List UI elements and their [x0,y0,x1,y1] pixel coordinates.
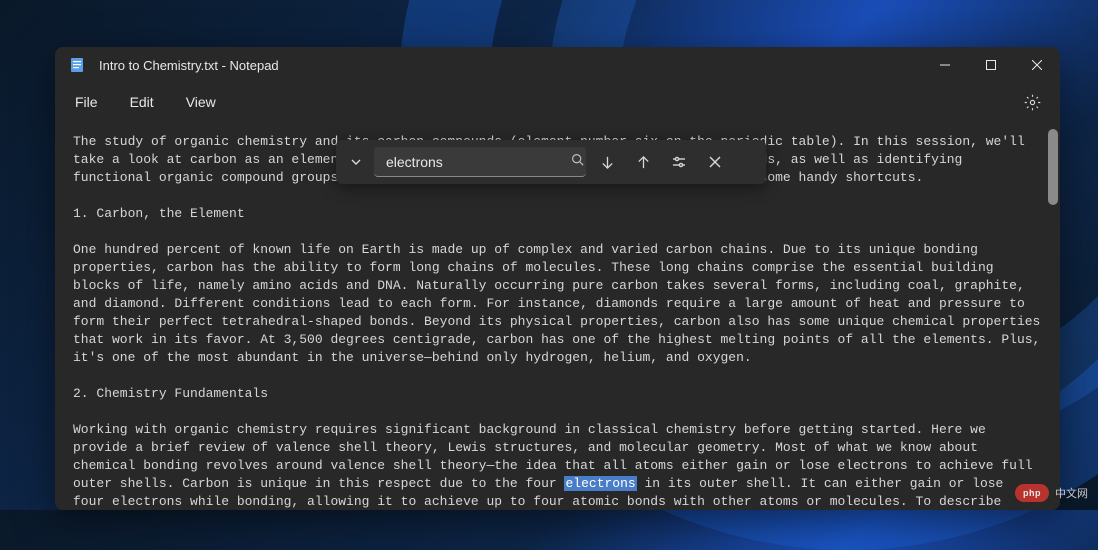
search-highlight: electrons [564,476,636,491]
app-icon [69,57,85,73]
maximize-button[interactable] [968,47,1014,83]
settings-button[interactable] [1012,83,1052,121]
minimize-button[interactable] [922,47,968,83]
watermark-logo: php [1015,484,1049,502]
search-icon[interactable] [567,153,588,171]
titlebar[interactable]: Intro to Chemistry.txt - Notepad [55,47,1060,83]
notepad-window: Intro to Chemistry.txt - Notepad File Ed… [55,47,1060,510]
vertical-scrollbar[interactable] [1048,129,1058,205]
find-previous-button[interactable] [628,147,658,177]
paragraph-2: One hundred percent of known life on Ear… [73,242,1048,365]
find-next-button[interactable] [592,147,622,177]
find-input[interactable] [386,154,567,170]
close-button[interactable] [1014,47,1060,83]
find-options-button[interactable] [664,147,694,177]
menu-view[interactable]: View [170,88,232,116]
find-input-container [374,147,586,177]
watermark-text: 中文网 [1055,485,1088,501]
close-find-button[interactable] [700,147,730,177]
find-bar [336,140,766,184]
expand-replace-button[interactable] [344,148,368,176]
heading-2: 2. Chemistry Fundamentals [73,386,268,401]
heading-1: 1. Carbon, the Element [73,206,245,221]
menubar: File Edit View [55,83,1060,121]
window-title: Intro to Chemistry.txt - Notepad [99,58,279,73]
menu-edit[interactable]: Edit [114,88,170,116]
menu-file[interactable]: File [59,88,114,116]
watermark: php 中文网 [1015,484,1088,502]
